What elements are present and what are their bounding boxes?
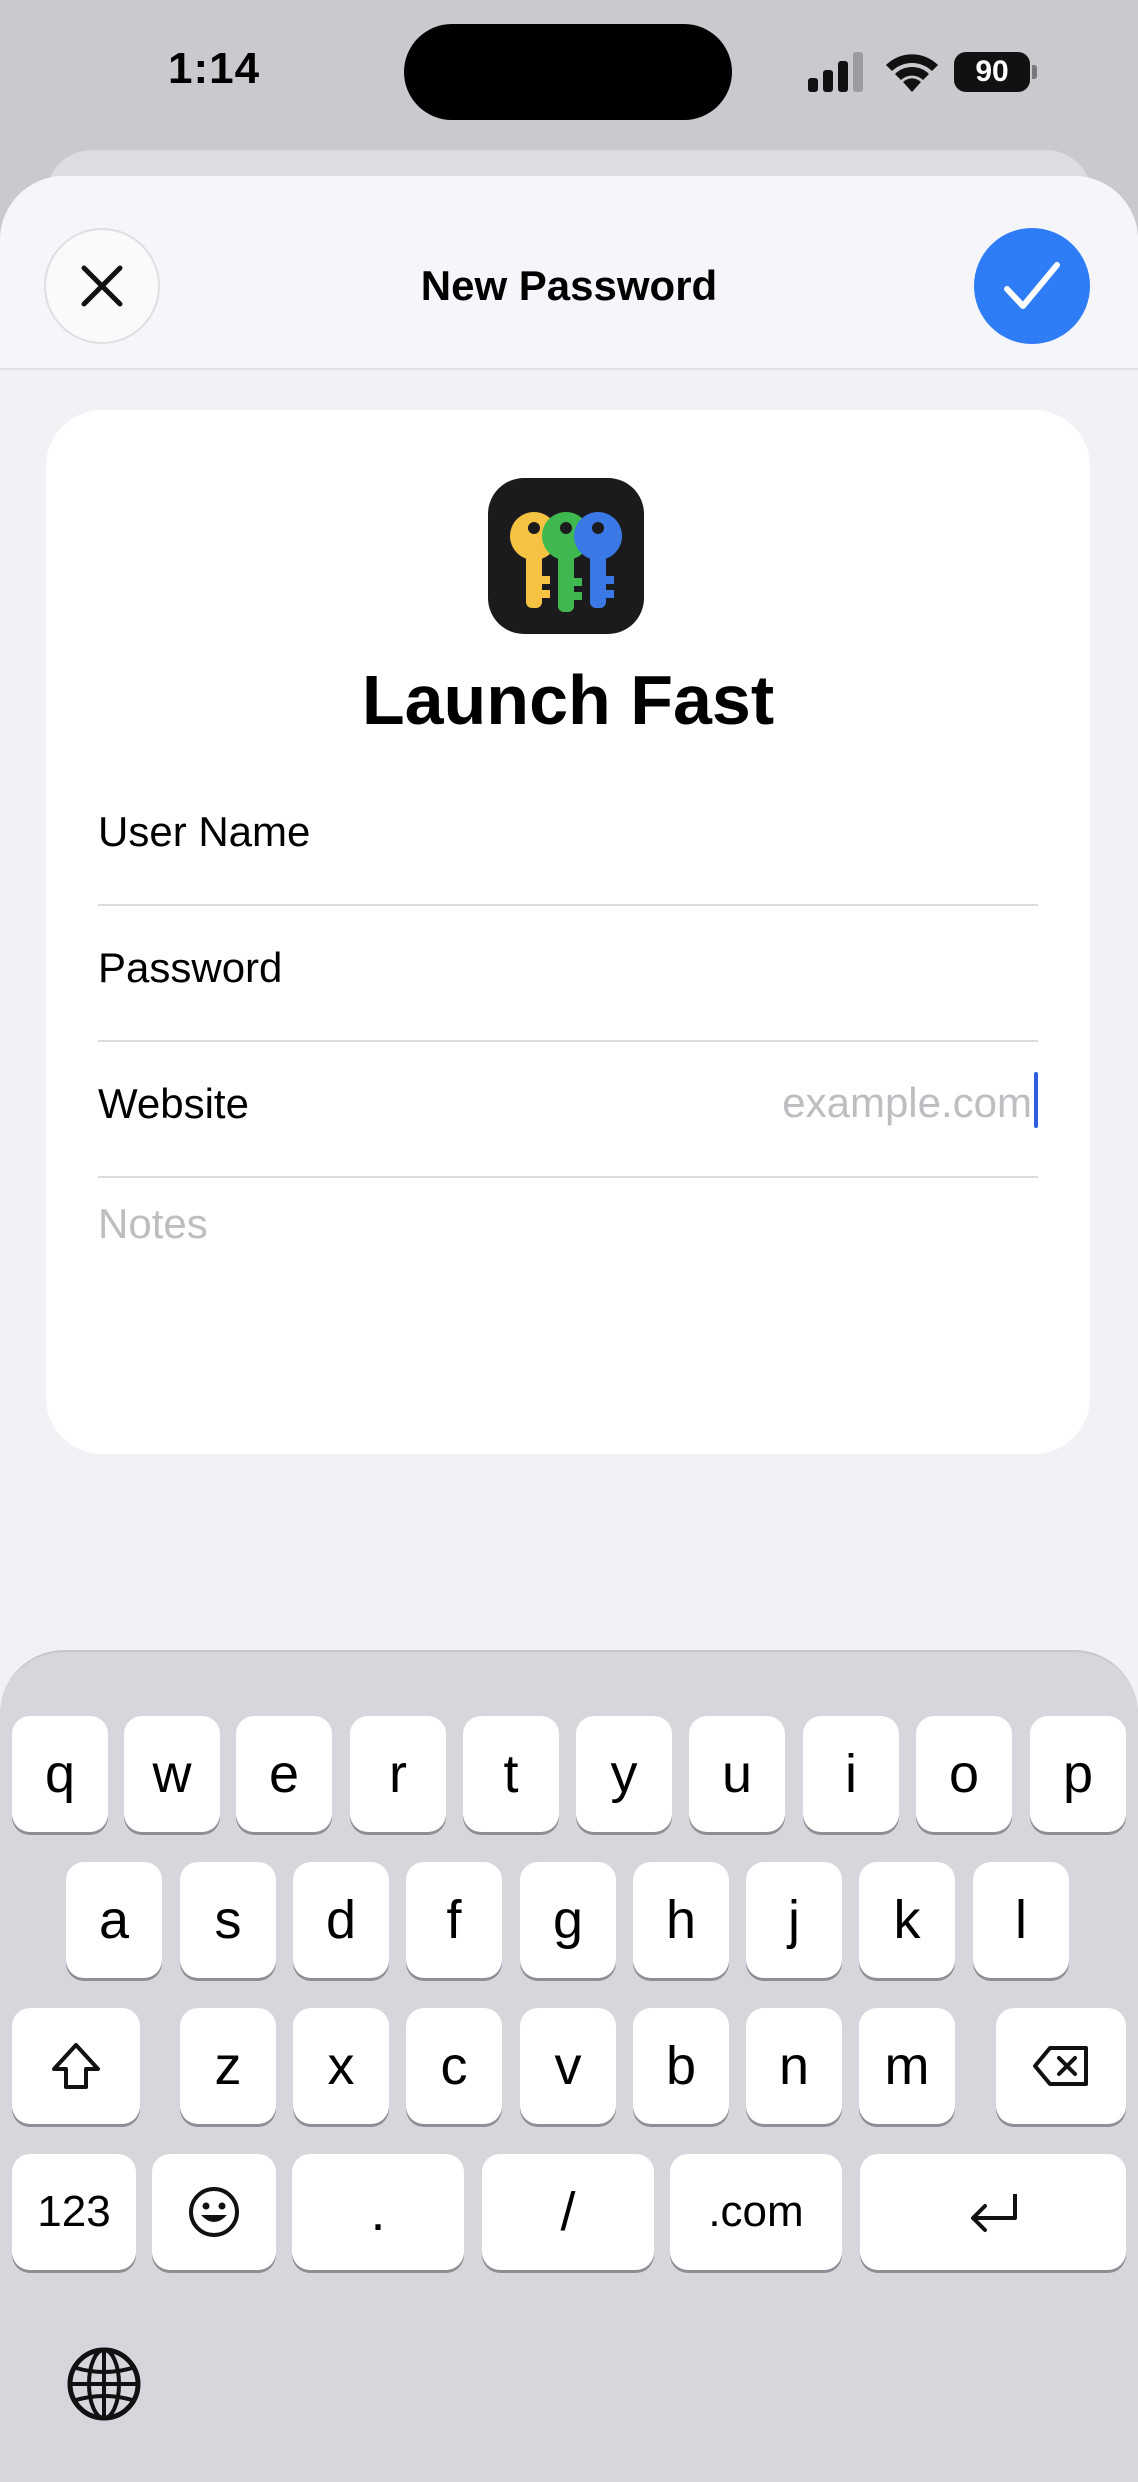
website-label: Website [98,1080,249,1127]
key-d[interactable]: d [293,1862,389,1978]
return-key[interactable] [860,2154,1126,2270]
key-m[interactable]: m [859,2008,955,2124]
delete-key[interactable] [996,2008,1126,2124]
key-o[interactable]: o [916,1716,1012,1832]
numbers-key[interactable]: 123 [12,2154,136,2270]
notes-field[interactable] [98,1200,1038,1400]
return-icon [971,2194,1017,2232]
sheet-title: New Password [420,262,718,309]
key-v[interactable]: v [520,2008,616,2124]
slash-key[interactable]: / [482,2154,654,2270]
key-u[interactable]: u [689,1716,785,1832]
checkmark-icon [1004,262,1060,309]
key-f[interactable]: f [406,1862,502,1978]
key-n[interactable]: n [746,2008,842,2124]
website-input[interactable] [472,1072,1032,1134]
status-bar: 1:14 90 [0,0,1138,150]
sheet-header: New Password [0,176,1138,370]
key-z[interactable]: z [180,2008,276,2124]
emoji-icon [189,2187,239,2237]
key-r[interactable]: r [350,1716,446,1832]
status-time: 1:14 [168,44,261,93]
password-label: Password [98,944,283,991]
dotcom-key[interactable]: .com [670,2154,842,2270]
password-card: Launch Fast User Name Password Website [46,410,1090,1454]
username-label: User Name [98,808,311,855]
dynamic-island [404,24,732,120]
key-k[interactable]: k [859,1862,955,1978]
key-i[interactable]: i [803,1716,899,1832]
username-field[interactable]: User Name [98,770,1038,906]
key-w[interactable]: w [124,1716,220,1832]
key-y[interactable]: y [576,1716,672,1832]
done-button[interactable] [974,228,1090,344]
battery-level: 90 [954,52,1030,92]
text-cursor [1034,1072,1038,1128]
key-s[interactable]: s [180,1862,276,1978]
cellular-signal-icon [808,52,863,92]
key-e[interactable]: e [236,1716,332,1832]
key-b[interactable]: b [633,2008,729,2124]
key-a[interactable]: a [66,1862,162,1978]
key-l[interactable]: l [973,1862,1069,1978]
username-input[interactable] [478,800,1038,862]
password-input[interactable] [478,936,1038,998]
key-q[interactable]: q [12,1716,108,1832]
key-j[interactable]: j [746,1862,842,1978]
battery-icon: 90 [954,52,1038,92]
key-h[interactable]: h [633,1862,729,1978]
key-t[interactable]: t [463,1716,559,1832]
wifi-icon [886,54,938,92]
key-c[interactable]: c [406,2008,502,2124]
shift-icon [52,2043,100,2089]
backspace-icon [1033,2046,1088,2086]
passwords-app-icon [488,478,644,634]
password-field[interactable]: Password [98,906,1038,1042]
period-key[interactable]: . [292,2154,464,2270]
key-p[interactable]: p [1030,1716,1126,1832]
key-x[interactable]: x [293,2008,389,2124]
emoji-key[interactable] [152,2154,276,2270]
website-field[interactable]: Website [98,1042,1038,1178]
app-name: Launch Fast [361,661,775,739]
shift-key[interactable] [12,2008,140,2124]
globe-icon[interactable] [64,2344,144,2424]
key-g[interactable]: g [520,1862,616,1978]
